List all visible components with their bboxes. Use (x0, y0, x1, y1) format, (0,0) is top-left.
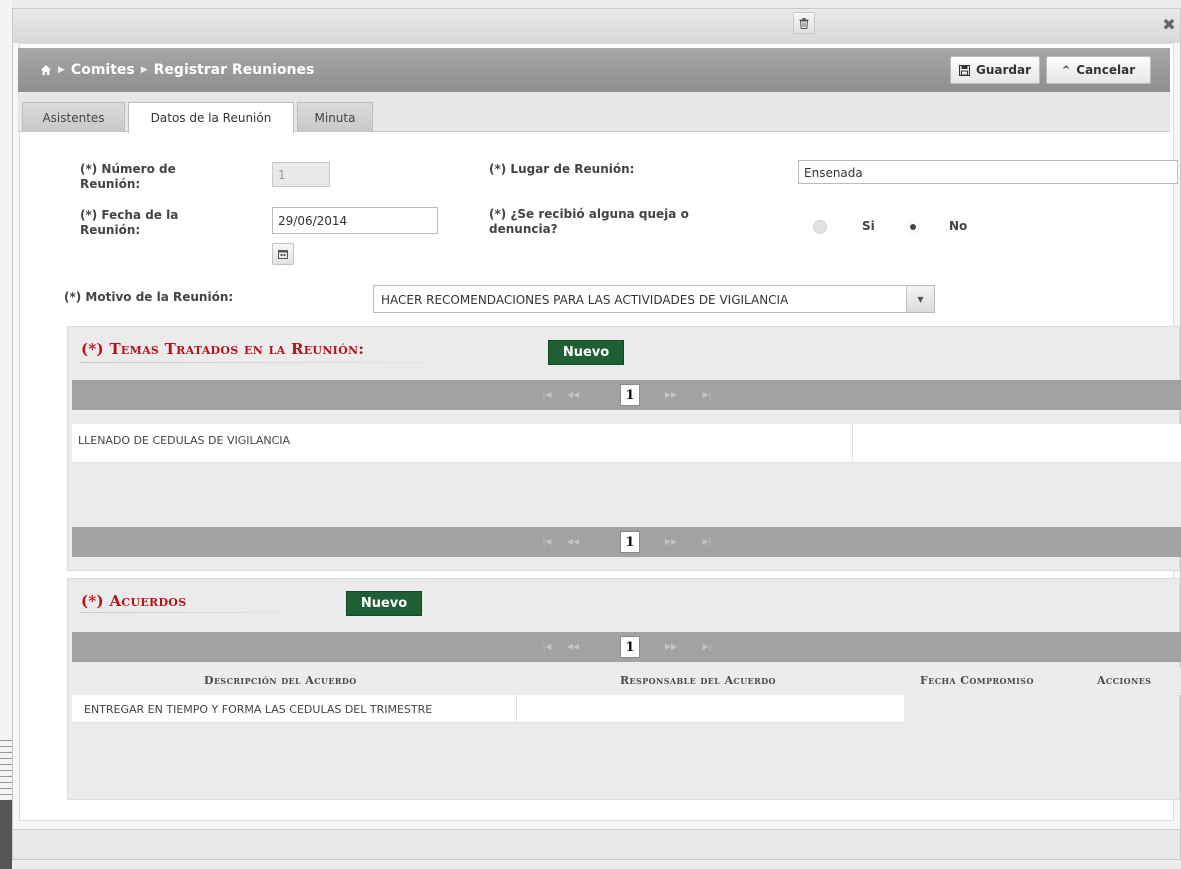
queja-no-radio[interactable] (906, 220, 920, 234)
column-header-fecha[interactable]: Fecha Compromiso (920, 674, 1034, 687)
breadcrumb: ▶ Comites ▶ Registrar Reuniones (40, 62, 314, 78)
queja-si-radio[interactable] (813, 220, 827, 234)
save-button[interactable]: Guardar (950, 56, 1040, 84)
calendar-button[interactable] (272, 243, 294, 265)
chevron-up-icon: ^ (1061, 64, 1071, 76)
backdrop (0, 0, 12, 869)
motivo-reunion-select[interactable]: HACER RECOMENDACIONES PARA LAS ACTIVIDAD… (373, 285, 935, 313)
acuerdo-descripcion: ENTREGAR EN TIEMPO Y FORMA LAS CEDULAS D… (84, 703, 433, 716)
tema-actions-cell (852, 424, 1181, 462)
temas-pager-bottom: |◀ ◀◀ 1 ▶▶ ▶| (72, 527, 1181, 557)
motivo-selected-value: HACER RECOMENDACIONES PARA LAS ACTIVIDAD… (381, 293, 789, 307)
page-header: ▶ Comites ▶ Registrar Reuniones Guardar … (18, 48, 1170, 92)
numero-reunion-label: (*) Número de Reunión: (80, 162, 176, 191)
table-row: ENTREGAR EN TIEMPO Y FORMA LAS CEDULAS D… (72, 695, 904, 723)
delete-tema-button[interactable] (793, 12, 815, 34)
temas-pager-top: |◀ ◀◀ 1 ▶▶ ▶| (72, 380, 1181, 410)
prev-page-icon[interactable]: ◀◀ (564, 641, 582, 653)
acuerdos-title: (*) Acuerdos (81, 592, 187, 610)
tab-bar: Asistentes Datos de la Reunión Minuta (18, 92, 1170, 133)
column-header-descripcion[interactable]: Descripción del Acuerdo (204, 674, 357, 687)
chevron-right-icon: ▶ (140, 65, 148, 75)
first-page-icon[interactable]: |◀ (538, 536, 556, 548)
page-number[interactable]: 1 (620, 384, 640, 406)
breadcrumb-item-registrar-reuniones: Registrar Reuniones (153, 62, 315, 78)
chevron-right-icon: ▶ (58, 65, 65, 75)
dropdown-arrow-icon[interactable]: ▼ (906, 286, 934, 312)
trash-icon (799, 17, 809, 29)
backdrop-pattern (0, 740, 12, 800)
page-number[interactable]: 1 (620, 531, 640, 553)
fecha-reunion-field[interactable]: 29/06/2014 (272, 207, 438, 234)
backdrop-dark-block (0, 800, 12, 869)
column-header-responsable[interactable]: Responsable del Acuerdo (620, 674, 776, 687)
table-row: LLENADO DE CEDULAS DE VIGILANCIA (72, 424, 1181, 463)
queja-si-label: Si (862, 219, 875, 233)
prev-page-icon[interactable]: ◀◀ (564, 389, 582, 401)
last-page-icon[interactable]: ▶| (698, 641, 716, 653)
lugar-reunion-field[interactable]: Ensenada (798, 160, 1178, 184)
temas-empty-area (72, 463, 1181, 527)
temas-title-underline (80, 362, 500, 363)
queja-denuncia-label: (*) ¿Se recibió alguna queja o denuncia? (489, 207, 689, 236)
acuerdos-table-header: Descripción del Acuerdo Responsable del … (72, 667, 1181, 695)
dialog-titlebar (13, 9, 1180, 43)
radio-selected-dot (910, 224, 916, 230)
new-acuerdo-button[interactable]: Nuevo (346, 591, 422, 616)
next-page-icon[interactable]: ▶▶ (662, 536, 680, 548)
next-page-icon[interactable]: ▶▶ (662, 389, 680, 401)
floppy-disk-icon (958, 64, 970, 76)
acuerdos-pager: |◀ ◀◀ 1 ▶▶ ▶| (72, 632, 1181, 662)
dialog-footer (13, 829, 1180, 859)
last-page-icon[interactable]: ▶| (698, 389, 716, 401)
acuerdo-descripcion-cell: ENTREGAR EN TIEMPO Y FORMA LAS CEDULAS D… (72, 695, 517, 722)
tab-datos-reunion[interactable]: Datos de la Reunión (128, 102, 294, 133)
queja-no-label: No (949, 219, 968, 233)
lugar-reunion-label: (*) Lugar de Reunión: (489, 162, 635, 176)
close-icon[interactable]: ✖ (1160, 15, 1178, 35)
motivo-reunion-label: (*) Motivo de la Reunión: (64, 290, 234, 304)
acuerdos-title-underline (80, 612, 330, 613)
page-number[interactable]: 1 (620, 636, 640, 658)
first-page-icon[interactable]: |◀ (538, 641, 556, 653)
first-page-icon[interactable]: |◀ (538, 389, 556, 401)
numero-reunion-field: 1 (272, 162, 330, 187)
breadcrumb-item-comites[interactable]: Comites (71, 62, 135, 78)
cancel-button-label: Cancelar (1076, 63, 1136, 77)
tab-minuta[interactable]: Minuta (297, 102, 373, 132)
new-tema-button[interactable]: Nuevo (548, 340, 624, 365)
temas-title: (*) Temas Tratados en la Reunión: (81, 340, 365, 358)
prev-page-icon[interactable]: ◀◀ (564, 536, 582, 548)
last-page-icon[interactable]: ▶| (698, 536, 716, 548)
cancel-button[interactable]: ^ Cancelar (1046, 56, 1151, 84)
tema-text: LLENADO DE CEDULAS DE VIGILANCIA (78, 434, 291, 447)
home-icon[interactable] (40, 64, 52, 76)
next-page-icon[interactable]: ▶▶ (662, 641, 680, 653)
calendar-icon (278, 250, 288, 259)
save-button-label: Guardar (975, 63, 1031, 77)
column-header-acciones: Acciones (1097, 674, 1152, 687)
fecha-reunion-label: (*) Fecha de la Reunión: (80, 208, 179, 237)
tab-asistentes[interactable]: Asistentes (22, 102, 125, 132)
